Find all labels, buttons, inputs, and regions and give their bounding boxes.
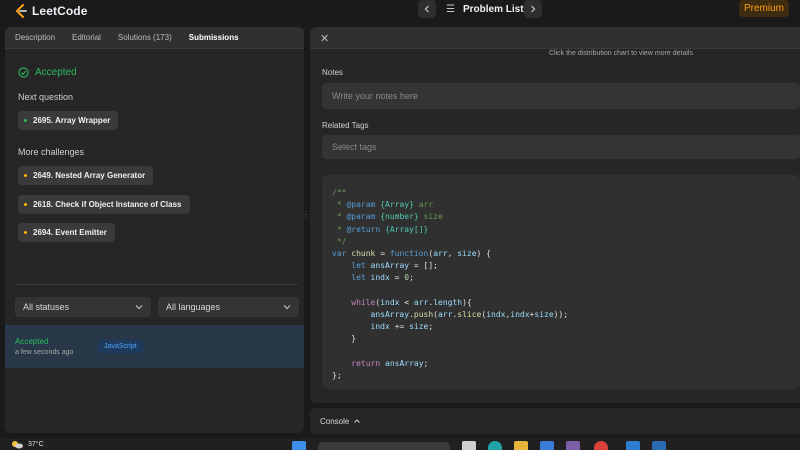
medium-dot-icon [24,231,27,234]
check-circle-icon [18,67,29,78]
tab-description[interactable]: Description [15,27,55,49]
right-panel: ✕ Click the distribution chart to view m… [310,27,800,403]
console-label: Console [320,416,350,426]
left-panel: Description Editorial Solutions (173) Su… [5,27,304,433]
challenge-chip[interactable]: 2649. Nested Array Generator [18,166,154,185]
chrome-icon[interactable] [594,441,608,450]
chevron-right-icon [531,5,536,13]
chevron-up-icon [354,419,361,423]
challenge-chip[interactable]: 2694. Event Emitter [18,223,115,242]
panel-resize-handle[interactable]: · · · [304,208,308,222]
taskbar-search[interactable] [318,442,450,450]
submission-row[interactable]: Accepted a few seconds ago JavaScript [5,325,304,368]
file-explorer-icon[interactable] [514,441,528,450]
tab-editorial[interactable]: Editorial [72,27,101,49]
app-icon[interactable] [626,441,640,450]
next-problem-button[interactable] [524,0,542,18]
windows-start-icon[interactable] [292,441,306,450]
challenge-text: 2694. Event Emitter [33,228,107,237]
status-filter-value: All statuses [23,302,70,312]
next-question-label: Next question [18,92,74,102]
prev-problem-button[interactable] [418,0,436,18]
divider [15,284,298,285]
weather-widget[interactable]: 37°C [10,439,44,449]
notes-input[interactable] [322,83,800,109]
close-icon[interactable]: ✕ [320,32,329,45]
chevron-down-icon [283,305,291,310]
top-bar: LeetCode ☰ Problem List Premium [0,0,800,22]
code-view: /** * @param {Array} arr * @param {numbe… [322,175,800,389]
os-taskbar: 37°C [0,438,800,450]
tags-select[interactable]: Select tags [322,135,800,159]
chevron-down-icon [135,305,143,310]
next-question-chip[interactable]: 2695. Array Wrapper [18,111,119,130]
logo-text: LeetCode [32,4,88,18]
challenge-chip[interactable]: 2618. Check if Object Instance of Class [18,195,190,214]
tags-placeholder: Select tags [332,142,377,152]
accepted-title: Accepted [35,67,77,78]
task-view-icon[interactable] [462,441,476,450]
leetcode-logo-icon [15,4,27,18]
related-tags-label: Related Tags [322,121,369,130]
next-question-text: 2695. Array Wrapper [33,116,111,125]
result-status: Accepted [18,67,77,78]
temperature: 37°C [28,440,44,448]
store-icon[interactable] [540,441,554,450]
challenge-text: 2618. Check if Object Instance of Class [33,200,182,209]
chevron-left-icon [424,5,429,13]
leetcode-app: LeetCode ☰ Problem List Premium Descript… [0,0,800,450]
medium-dot-icon [24,174,27,177]
list-icon: ☰ [446,3,455,15]
logo[interactable]: LeetCode [14,2,87,20]
language-filter-select[interactable]: All languages [158,297,299,317]
tab-submissions[interactable]: Submissions [189,27,239,49]
edge-icon[interactable] [488,441,502,450]
premium-button[interactable]: Premium [739,0,789,17]
console-toggle[interactable]: Console [310,408,800,434]
distribution-hint: Click the distribution chart to view mor… [549,50,693,57]
problem-list-label: Problem List [462,3,524,15]
submission-time: a few seconds ago [15,349,74,356]
submission-status: Accepted [15,337,49,346]
teams-icon[interactable] [566,441,580,450]
left-tabs: Description Editorial Solutions (173) Su… [5,27,304,49]
medium-dot-icon [24,203,27,206]
notes-label: Notes [322,68,343,77]
easy-dot-icon [24,119,27,122]
app-icon[interactable] [652,441,666,450]
more-challenges-label: More challenges [18,147,85,157]
language-filter-value: All languages [166,302,221,312]
status-filter-select[interactable]: All statuses [15,297,151,317]
details-header: ✕ [310,27,800,49]
sun-cloud-icon [12,441,23,449]
problem-list-button[interactable]: ☰ Problem List [446,0,524,18]
challenge-text: 2649. Nested Array Generator [33,171,146,180]
tab-solutions[interactable]: Solutions (173) [118,27,172,49]
language-badge: JavaScript [97,340,144,353]
